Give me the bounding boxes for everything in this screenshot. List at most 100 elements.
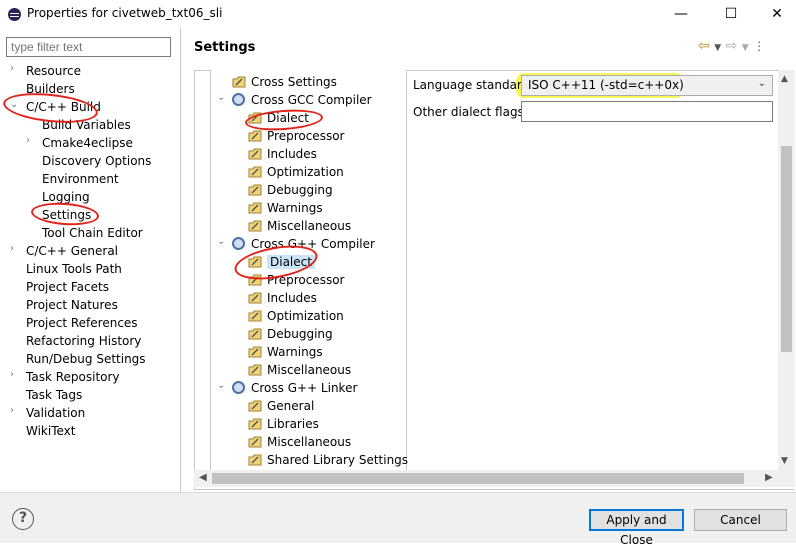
history-nav: ⇦ ▼ ⇨ ▼ ⋮: [698, 38, 765, 54]
tool-option-icon: [248, 148, 262, 160]
maximize-button[interactable]: ☐: [708, 0, 754, 28]
tool-tree-item[interactable]: Debugging: [267, 181, 333, 199]
nav-item-label: Linux Tools Path: [26, 262, 122, 276]
forward-arrow-icon[interactable]: ⇨: [726, 38, 738, 54]
tool-tree-label: Cross GCC Compiler: [251, 93, 372, 107]
nav-item-refactoring-history[interactable]: Refactoring History: [26, 332, 141, 350]
highlight-overlay: [516, 73, 684, 98]
tool-tree-item[interactable]: Libraries: [267, 415, 319, 433]
nav-item-label: Project Facets: [26, 280, 109, 294]
tool-tree-item[interactable]: Miscellaneous: [267, 433, 351, 451]
nav-item-task-tags[interactable]: Task Tags: [26, 386, 82, 404]
nav-item-task-repository[interactable]: Task Repository: [26, 368, 120, 386]
nav-item-resource[interactable]: Resource: [26, 62, 81, 80]
nav-item-linux-tools-path[interactable]: Linux Tools Path: [26, 260, 122, 278]
nav-item-validation[interactable]: Validation: [26, 404, 85, 422]
nav-item-label: C/C++ General: [26, 244, 119, 258]
eclipse-app-icon: [8, 8, 21, 21]
tool-option-icon: [248, 220, 262, 232]
nav-item-label: Refactoring History: [26, 334, 142, 348]
back-menu-chevron-icon[interactable]: ▼: [714, 43, 721, 53]
gear-icon: [232, 237, 245, 250]
scroll-down-icon[interactable]: ▼: [781, 456, 788, 466]
chevron-down-icon[interactable]: ⌄: [217, 236, 227, 247]
nav-item-label: Discovery Options: [42, 154, 152, 168]
nav-item-environment[interactable]: Environment: [42, 170, 119, 188]
scroll-up-icon[interactable]: ▲: [781, 74, 788, 84]
tool-tree-item[interactable]: Debugging: [267, 325, 333, 343]
forward-menu-chevron-icon[interactable]: ▼: [742, 43, 749, 53]
chevron-right-icon[interactable]: ›: [10, 63, 20, 74]
vertical-scroll-thumb[interactable]: [781, 146, 792, 352]
back-arrow-icon[interactable]: ⇦: [698, 38, 710, 54]
tool-tree-label: Includes: [267, 147, 317, 161]
nav-item-discovery-options[interactable]: Discovery Options: [42, 152, 151, 170]
nav-item-label: Validation: [26, 406, 86, 420]
tool-option-icon: [248, 166, 262, 178]
nav-item-label: WikiText: [26, 424, 76, 438]
tool-tree-label: Miscellaneous: [267, 219, 352, 233]
nav-item-project-natures[interactable]: Project Natures: [26, 296, 118, 314]
nav-item-run-debug-settings[interactable]: Run/Debug Settings: [26, 350, 146, 368]
cancel-button[interactable]: Cancel: [694, 509, 787, 531]
chevron-down-icon[interactable]: ⌄: [217, 380, 227, 391]
chevron-down-icon: ⌄: [757, 78, 766, 89]
tool-tree-item[interactable]: Miscellaneous: [267, 361, 351, 379]
chevron-right-icon[interactable]: ›: [10, 243, 20, 254]
tool-option-icon: [248, 328, 262, 340]
tool-tree-label: General: [267, 399, 315, 413]
nav-item-project-facets[interactable]: Project Facets: [26, 278, 109, 296]
tool-tree-item[interactable]: Shared Library Settings: [267, 451, 408, 469]
tool-option-icon: [248, 400, 262, 412]
minimize-button[interactable]: —: [658, 0, 704, 28]
nav-item-label: Resource: [26, 64, 82, 78]
tool-tree-item[interactable]: Includes: [267, 145, 317, 163]
tool-tree-item[interactable]: Miscellaneous: [267, 217, 351, 235]
tool-option-icon: [248, 454, 262, 466]
tool-tree-label: Cross G++ Linker: [251, 381, 358, 395]
nav-item-project-references[interactable]: Project References: [26, 314, 138, 332]
tool-option-icon: [232, 76, 246, 88]
tool-tree-item[interactable]: Warnings: [267, 343, 323, 361]
scroll-left-icon[interactable]: ◀: [199, 472, 207, 483]
tool-tree-label: Optimization: [267, 165, 344, 179]
chevron-right-icon[interactable]: ›: [26, 135, 36, 146]
tool-tree-label: Optimization: [267, 309, 344, 323]
other-dialect-flags-input[interactable]: [521, 101, 773, 122]
nav-item-label: Environment: [42, 172, 119, 186]
chevron-right-icon[interactable]: ›: [10, 405, 20, 416]
help-icon[interactable]: ?: [12, 508, 34, 530]
window-title: Properties for civetweb_txt06_sli: [27, 6, 223, 20]
nav-item-label: Project References: [26, 316, 138, 330]
tool-option-icon: [248, 310, 262, 322]
tool-tree-item[interactable]: Optimization: [267, 163, 344, 181]
tool-option-icon: [248, 202, 262, 214]
nav-item-wikitext[interactable]: WikiText: [26, 422, 76, 440]
tool-tree-item[interactable]: Cross GCC Compiler: [251, 91, 372, 109]
tool-option-icon: [248, 184, 262, 196]
apply-and-close-button[interactable]: Apply and Close: [589, 509, 684, 547]
tool-tree-label: Shared Library Settings: [267, 453, 409, 467]
nav-item-label: Task Repository: [26, 370, 120, 384]
horizontal-scroll-thumb[interactable]: [212, 473, 744, 484]
nav-item-c-c-general[interactable]: C/C++ General: [26, 242, 118, 260]
tool-option-icon: [248, 130, 262, 142]
nav-item-label: Cmake4eclipse: [42, 136, 133, 150]
nav-item-label: Logging: [42, 190, 90, 204]
tool-option-icon: [248, 292, 262, 304]
nav-item-label: Tool Chain Editor: [42, 226, 143, 240]
tool-tree-item[interactable]: Optimization: [267, 307, 344, 325]
tool-tree-item[interactable]: General: [267, 397, 314, 415]
filter-input[interactable]: [6, 37, 171, 57]
tool-tree-item[interactable]: Cross Settings: [251, 73, 337, 91]
scroll-right-icon[interactable]: ▶: [765, 472, 773, 483]
tool-tree-item[interactable]: Warnings: [267, 199, 323, 217]
nav-item-cmake4eclipse[interactable]: Cmake4eclipse: [42, 134, 133, 152]
chevron-down-icon[interactable]: ⌄: [217, 92, 227, 103]
view-menu-icon[interactable]: ⋮: [753, 39, 765, 53]
nav-item-tool-chain-editor[interactable]: Tool Chain Editor: [42, 224, 143, 242]
tool-tree-item[interactable]: Includes: [267, 289, 317, 307]
chevron-right-icon[interactable]: ›: [10, 369, 20, 380]
close-button[interactable]: ✕: [754, 0, 796, 28]
tool-tree-item[interactable]: Cross G++ Linker: [251, 379, 357, 397]
